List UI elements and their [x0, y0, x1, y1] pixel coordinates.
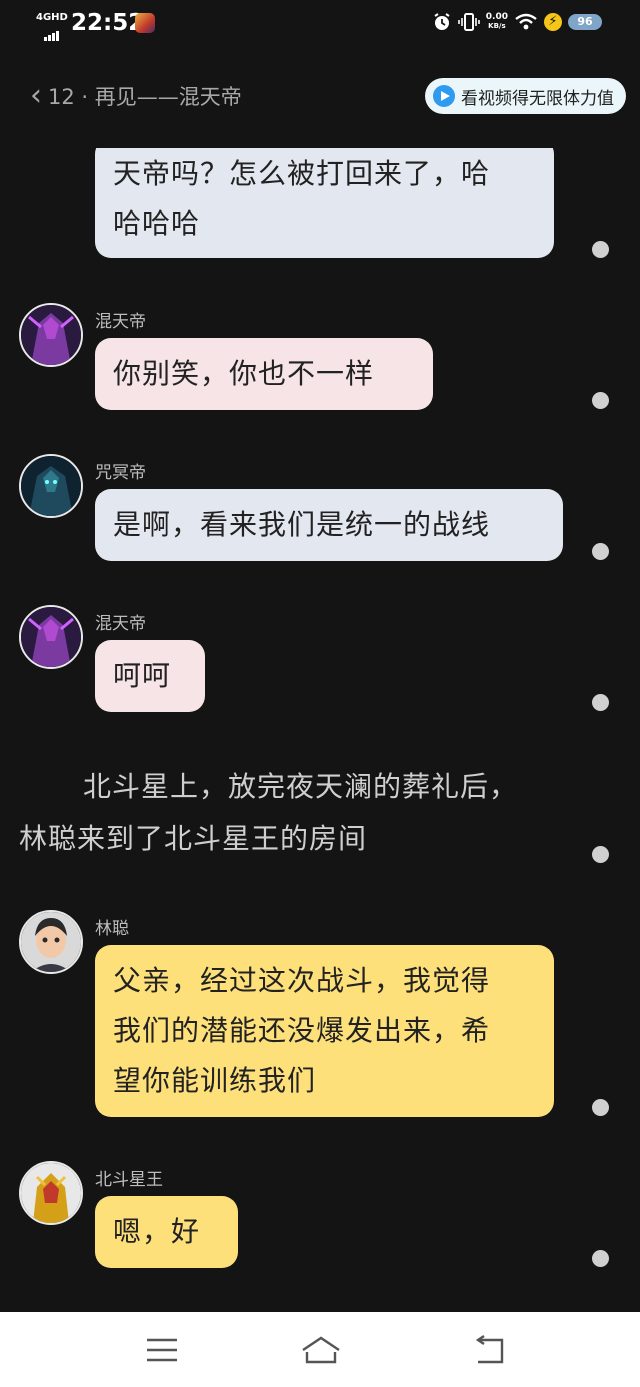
character-portrait-icon — [21, 305, 81, 365]
character-portrait-icon — [21, 912, 81, 972]
chapter-title: 12 · 再见——混天帝 — [48, 85, 242, 109]
battery-level: 96 — [568, 14, 602, 30]
promo-label: 看视频得无限体力值 — [461, 88, 614, 109]
bubble-line: 望你能训练我们 — [113, 1064, 317, 1097]
avatar-hun-tian-di[interactable] — [19, 605, 83, 669]
narration-line: 北斗星上，放完夜天澜的葬礼后， — [83, 770, 519, 803]
chapter-header: ‹ 12 · 再见——混天帝 看视频得无限体力值 — [0, 72, 640, 120]
home-button[interactable] — [299, 1332, 343, 1368]
narration-line: 林聪来到了北斗星王的房间 — [19, 822, 368, 855]
alarm-icon — [434, 13, 450, 30]
speaker-name: 混天帝 — [95, 614, 146, 634]
watch-video-promo-button[interactable]: 看视频得无限体力值 — [425, 78, 626, 114]
avatar-zhou-ming-di[interactable] — [19, 454, 83, 518]
chat-bubble: 天帝吗？怎么被打回来了，哈 哈哈哈 — [95, 148, 554, 258]
chat-bubble: 父亲，经过这次战斗，我觉得 我们的潜能还没爆发出来，希 望你能训练我们 — [95, 945, 554, 1117]
message-option-dot[interactable] — [592, 1250, 609, 1267]
bubble-text: 嗯，好 — [113, 1215, 201, 1248]
avatar-bei-dou-xing-wang[interactable] — [19, 1161, 83, 1225]
message-option-dot[interactable] — [592, 241, 609, 258]
status-time: 22:52 — [71, 10, 145, 36]
bubble-line: 我们的潜能还没爆发出来，希 — [113, 1014, 491, 1047]
bubble-line: 天帝吗？怎么被打回来了，哈 — [113, 157, 491, 190]
bubble-line: 父亲，经过这次战斗，我觉得 — [113, 964, 491, 997]
bubble-text: 是啊，看来我们是统一的战线 — [113, 508, 491, 541]
chat-bubble: 呵呵 — [95, 640, 205, 712]
message-option-dot[interactable] — [592, 1099, 609, 1116]
avatar-hun-tian-di[interactable] — [19, 303, 83, 367]
charging-icon: ⚡ — [544, 13, 562, 31]
app-notification-icon — [135, 13, 155, 33]
status-bar: 4GHD 22:52 0.00 KB/s ⚡ 96 — [0, 0, 640, 52]
avatar-lin-cong[interactable] — [19, 910, 83, 974]
bubble-text: 你别笑，你也不一样 — [113, 357, 375, 390]
message-option-dot[interactable] — [592, 694, 609, 711]
home-icon — [302, 1336, 340, 1364]
chat-bubble: 是啊，看来我们是统一的战线 — [95, 489, 563, 561]
network-speed: 0.00 KB/s — [486, 13, 508, 31]
back-button[interactable]: ‹ 12 · 再见——混天帝 — [30, 78, 242, 113]
speaker-name: 北斗星王 — [95, 1170, 163, 1190]
message-option-dot[interactable] — [592, 392, 609, 409]
speed-value: 0.00 — [485, 12, 508, 22]
speed-unit: KB/s — [488, 22, 506, 30]
back-icon — [475, 1335, 504, 1364]
speaker-name: 林聪 — [95, 919, 129, 939]
back-nav-button[interactable] — [470, 1332, 510, 1368]
character-portrait-icon — [21, 1163, 81, 1223]
message-option-dot[interactable] — [592, 846, 609, 863]
signal-icon — [44, 22, 60, 41]
system-nav-bar — [0, 1312, 640, 1387]
speaker-name: 咒冥帝 — [95, 463, 146, 483]
wifi-icon — [515, 13, 537, 30]
chat-feed[interactable]: 天帝吗？怎么被打回来了，哈 哈哈哈 混天帝 你别笑，你也不一样 咒冥帝 是啊，看… — [0, 148, 640, 1312]
play-icon — [433, 85, 455, 107]
speaker-name: 混天帝 — [95, 312, 146, 332]
menu-icon — [147, 1338, 177, 1362]
message-option-dot[interactable] — [592, 543, 609, 560]
bubble-text: 呵呵 — [113, 659, 172, 692]
chat-bubble: 你别笑，你也不一样 — [95, 338, 433, 410]
menu-button[interactable] — [142, 1332, 182, 1368]
vibrate-icon — [457, 13, 480, 31]
character-portrait-icon — [21, 607, 81, 667]
chevron-left-icon: ‹ — [30, 78, 42, 113]
chat-bubble: 嗯，好 — [95, 1196, 238, 1268]
bubble-line: 哈哈哈 — [113, 207, 201, 240]
character-portrait-icon — [21, 456, 81, 516]
narration-text: 北斗星上，放完夜天澜的葬礼后， 林聪来到了北斗星王的房间 — [19, 761, 579, 865]
